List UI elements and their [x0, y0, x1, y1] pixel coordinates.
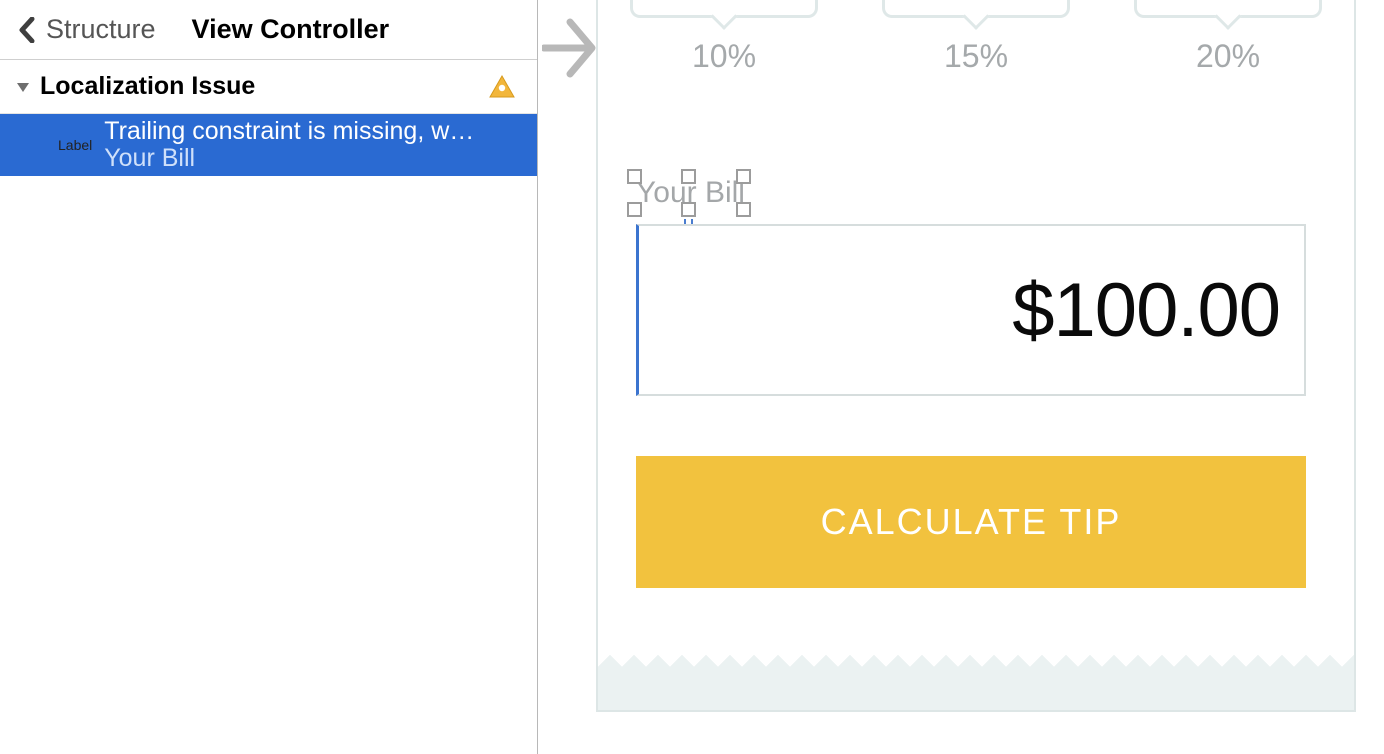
issue-group-label: Localization Issue: [40, 72, 489, 101]
selection-handle-icon[interactable]: [681, 169, 696, 184]
tip-option[interactable]: 15%: [850, 0, 1102, 80]
tip-option[interactable]: 20%: [1102, 0, 1354, 80]
calculate-tip-button[interactable]: CALCULATE TIP: [636, 456, 1306, 588]
disclosure-triangle-icon[interactable]: [16, 80, 30, 94]
issue-title: Trailing constraint is missing, w…: [104, 118, 474, 146]
selection-handle-icon[interactable]: [681, 202, 696, 217]
issue-subtitle: Your Bill: [104, 145, 474, 173]
tip-bubble-icon: [882, 0, 1070, 18]
selection-handle-icon[interactable]: [736, 202, 751, 217]
issue-text-wrap: Trailing constraint is missing, w… Your …: [104, 118, 474, 173]
nav-back-label[interactable]: Structure: [46, 14, 156, 45]
sidebar-header: Structure View Controller: [0, 0, 537, 60]
tip-percent-label: 20%: [1196, 38, 1260, 75]
nav-current-title: View Controller: [192, 14, 390, 45]
receipt-zigzag-icon: [598, 650, 1354, 710]
tip-bubble-icon: [630, 0, 818, 18]
interface-builder-canvas[interactable]: 10% 15% 20% Your Bill $100.00 CALCULATE …: [538, 0, 1384, 754]
issue-chip: Label: [58, 137, 92, 153]
warning-triangle-icon: [489, 75, 515, 99]
selection-handle-icon[interactable]: [627, 169, 642, 184]
selection-handle-icon[interactable]: [736, 169, 751, 184]
issue-row[interactable]: Label Trailing constraint is missing, w……: [0, 114, 537, 176]
view-controller-scene[interactable]: 10% 15% 20% Your Bill $100.00 CALCULATE …: [596, 0, 1356, 712]
back-chevron-icon[interactable]: [18, 17, 36, 43]
bill-amount-field[interactable]: $100.00: [636, 224, 1306, 396]
issue-group-row[interactable]: Localization Issue: [0, 60, 537, 114]
selection-handle-icon[interactable]: [627, 202, 642, 217]
tip-bubble-icon: [1134, 0, 1322, 18]
tip-percent-label: 15%: [944, 38, 1008, 75]
tip-percent-label: 10%: [692, 38, 756, 75]
entry-arrow-icon[interactable]: [542, 8, 600, 93]
bill-amount-value: $100.00: [1012, 267, 1280, 354]
issue-navigator-sidebar: Structure View Controller Localization I…: [0, 0, 538, 754]
tip-percent-row: 10% 15% 20%: [598, 0, 1354, 80]
tip-option[interactable]: 10%: [598, 0, 850, 80]
